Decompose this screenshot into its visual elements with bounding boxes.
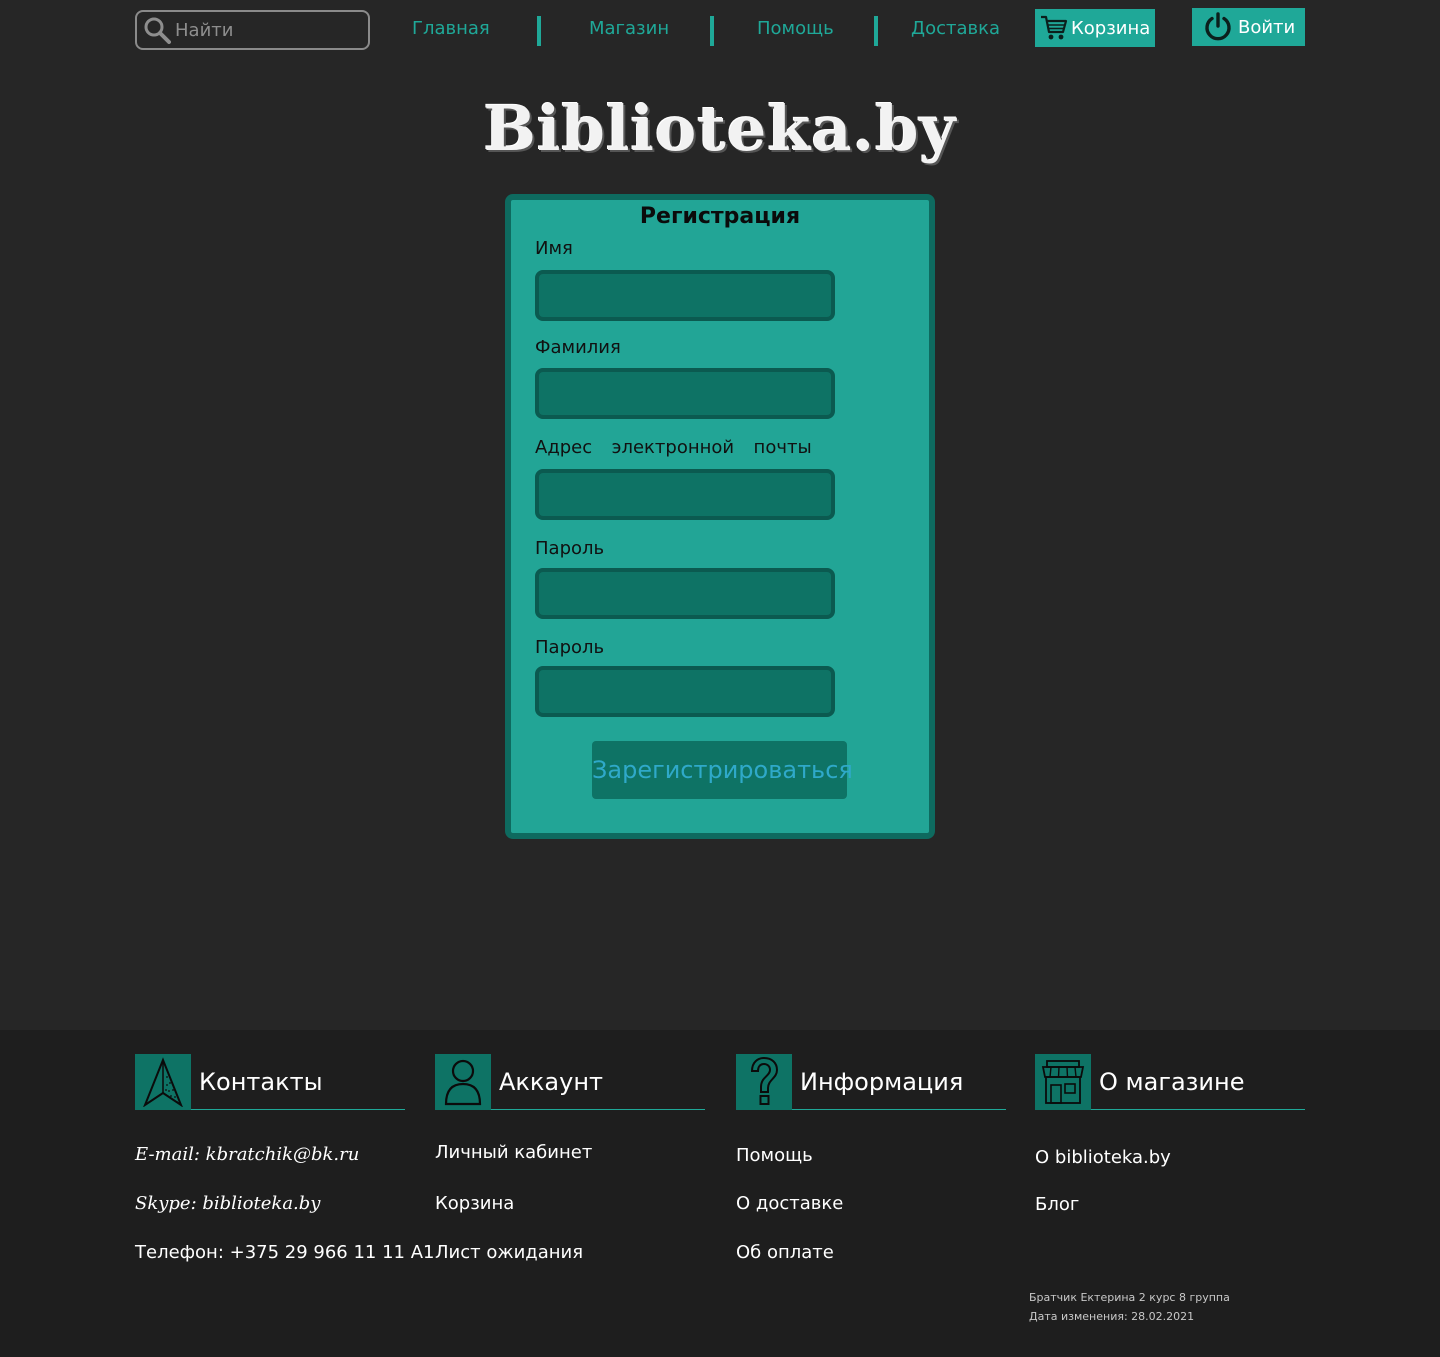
- footer-about: О магазине О biblioteka.by Блог: [1035, 1053, 1305, 1215]
- about-store-link[interactable]: О biblioteka.by: [1035, 1147, 1171, 1168]
- footer-title: Информация: [800, 1067, 964, 1096]
- cart-label: Корзина: [1071, 17, 1151, 39]
- nav-home[interactable]: Главная: [412, 18, 490, 39]
- password-input[interactable]: [535, 568, 835, 619]
- footer-heading: Аккаунт: [435, 1053, 705, 1110]
- cart-icon: [1037, 14, 1071, 42]
- footer-title: О магазине: [1099, 1067, 1245, 1096]
- register-button[interactable]: Зарегистрироваться: [592, 741, 853, 799]
- author-credit: Братчик Ектерина 2 курс 8 группа: [1029, 1291, 1230, 1304]
- registration-form: Регистрация Имя Фамилия Адрес электронно…: [505, 194, 935, 839]
- question-icon: [736, 1053, 792, 1110]
- password-confirm-label: Пароль: [535, 637, 605, 658]
- footer-heading: Информация: [736, 1053, 1006, 1110]
- search-input[interactable]: [175, 19, 355, 41]
- nav-help[interactable]: Помощь: [757, 18, 834, 39]
- footer-title: Аккаунт: [499, 1067, 603, 1096]
- contact-email[interactable]: E-mail: kbratchik@bk.ru: [135, 1144, 359, 1165]
- blog-link[interactable]: Блог: [1035, 1194, 1079, 1215]
- updated-date: Дата изменения: 28.02.2021: [1029, 1310, 1195, 1323]
- account-cart-link[interactable]: Корзина: [435, 1193, 514, 1214]
- search-icon[interactable]: [141, 14, 173, 46]
- store-icon: [1035, 1053, 1091, 1110]
- email-input[interactable]: [535, 469, 835, 520]
- form-title: Регистрация: [639, 204, 801, 229]
- contact-phone[interactable]: Телефон: +375 29 966 11 11 A1: [135, 1242, 435, 1263]
- nav-divider: [537, 16, 541, 46]
- info-payment-link[interactable]: Об оплате: [736, 1242, 834, 1263]
- info-help-link[interactable]: Помощь: [736, 1145, 813, 1166]
- navigation-arrow-icon: [135, 1053, 191, 1110]
- password-confirm-input[interactable]: [535, 666, 835, 717]
- site-logo: Biblioteka.by: [483, 92, 957, 165]
- first-name-label: Имя: [535, 238, 573, 259]
- last-name-input[interactable]: [535, 368, 835, 419]
- footer-contacts: Контакты E-mail: kbratchik@bk.ru Skype: …: [135, 1053, 435, 1263]
- login-label: Войти: [1238, 16, 1296, 38]
- footer-title: Контакты: [199, 1067, 323, 1096]
- nav-shop[interactable]: Магазин: [589, 18, 669, 39]
- nav-divider: [710, 16, 714, 46]
- login-button[interactable]: Войти: [1192, 8, 1305, 46]
- info-delivery-link[interactable]: О доставке: [736, 1193, 843, 1214]
- email-label: Адрес электронной почты: [535, 437, 812, 458]
- footer-heading: Контакты: [135, 1053, 405, 1110]
- last-name-label: Фамилия: [535, 337, 621, 358]
- cart-button[interactable]: Корзина: [1035, 9, 1155, 47]
- footer: Контакты E-mail: kbratchik@bk.ru Skype: …: [0, 1030, 1440, 1357]
- first-name-input[interactable]: [535, 270, 835, 321]
- nav-delivery[interactable]: Доставка: [911, 18, 1000, 39]
- user-icon: [435, 1053, 491, 1110]
- contact-skype[interactable]: Skype: biblioteka.by: [135, 1193, 320, 1214]
- footer-information: Информация Помощь О доставке Об оплате: [736, 1053, 1006, 1263]
- footer-account: Аккаунт Личный кабинет Корзина Лист ожид…: [435, 1053, 705, 1263]
- power-icon: [1198, 11, 1238, 43]
- nav-divider: [874, 16, 878, 46]
- footer-heading: О магазине: [1035, 1053, 1305, 1110]
- search-box[interactable]: [135, 10, 370, 50]
- password-label: Пароль: [535, 538, 605, 559]
- account-cabinet-link[interactable]: Личный кабинет: [435, 1142, 592, 1163]
- account-waitlist-link[interactable]: Лист ожидания: [435, 1242, 583, 1263]
